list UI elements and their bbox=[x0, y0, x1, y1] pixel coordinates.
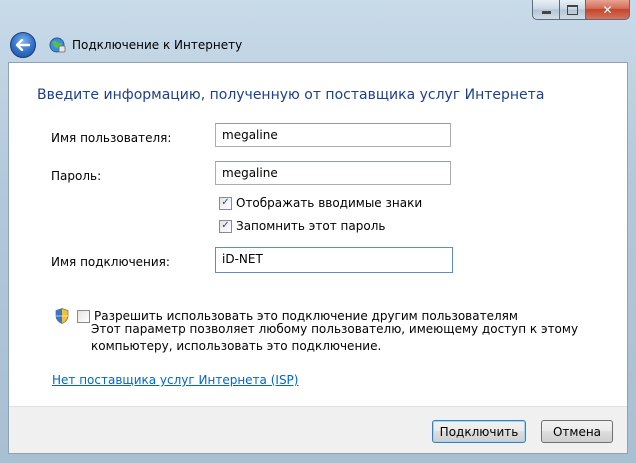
uac-shield-icon bbox=[55, 308, 69, 324]
password-input[interactable]: megaline bbox=[215, 161, 451, 185]
username-label: Имя пользователя: bbox=[51, 131, 172, 145]
network-globe-icon bbox=[49, 37, 66, 53]
window-controls: ✕ bbox=[532, 0, 630, 20]
page-heading: Введите информацию, полученную от постав… bbox=[37, 87, 545, 103]
maximize-icon bbox=[567, 4, 578, 15]
minimize-button[interactable] bbox=[532, 0, 560, 20]
show-chars-checkbox[interactable]: ✓ bbox=[219, 196, 232, 210]
remember-password-checkbox-row[interactable]: ✓ Запомнить этот пароль bbox=[219, 219, 385, 233]
remember-password-checkbox[interactable]: ✓ bbox=[219, 219, 232, 233]
window-frame: ✕ Подключение к Интернету Введите информ… bbox=[0, 0, 636, 463]
password-label: Пароль: bbox=[51, 169, 102, 183]
connect-button[interactable]: Подключить bbox=[432, 420, 526, 443]
close-button[interactable]: ✕ bbox=[586, 0, 630, 20]
titlebar: Подключение к Интернету bbox=[10, 32, 242, 58]
cancel-button[interactable]: Отмена bbox=[541, 420, 613, 443]
show-chars-checkbox-row[interactable]: ✓ Отображать вводимые знаки bbox=[219, 196, 422, 210]
back-button[interactable] bbox=[10, 32, 36, 58]
maximize-button[interactable] bbox=[560, 0, 586, 20]
back-arrow-icon bbox=[16, 39, 30, 51]
close-icon: ✕ bbox=[602, 2, 613, 17]
connection-name-label: Имя подключения: bbox=[51, 255, 170, 269]
show-chars-label: Отображать вводимые знаки bbox=[236, 196, 423, 210]
button-bar bbox=[9, 406, 627, 453]
connection-name-input[interactable]: iD-NET bbox=[215, 247, 453, 273]
minimize-icon bbox=[541, 11, 551, 14]
no-isp-link[interactable]: Нет поставщика услуг Интернета (ISP) bbox=[52, 373, 298, 387]
wizard-content: Введите информацию, полученную от постав… bbox=[8, 62, 628, 454]
allow-others-description: Этот параметр позволяет любому пользоват… bbox=[91, 322, 579, 353]
username-input[interactable]: megaline bbox=[215, 123, 451, 147]
allow-others-checkbox[interactable] bbox=[77, 309, 90, 323]
window-title: Подключение к Интернету bbox=[72, 38, 243, 52]
remember-password-label: Запомнить этот пароль bbox=[236, 219, 386, 233]
